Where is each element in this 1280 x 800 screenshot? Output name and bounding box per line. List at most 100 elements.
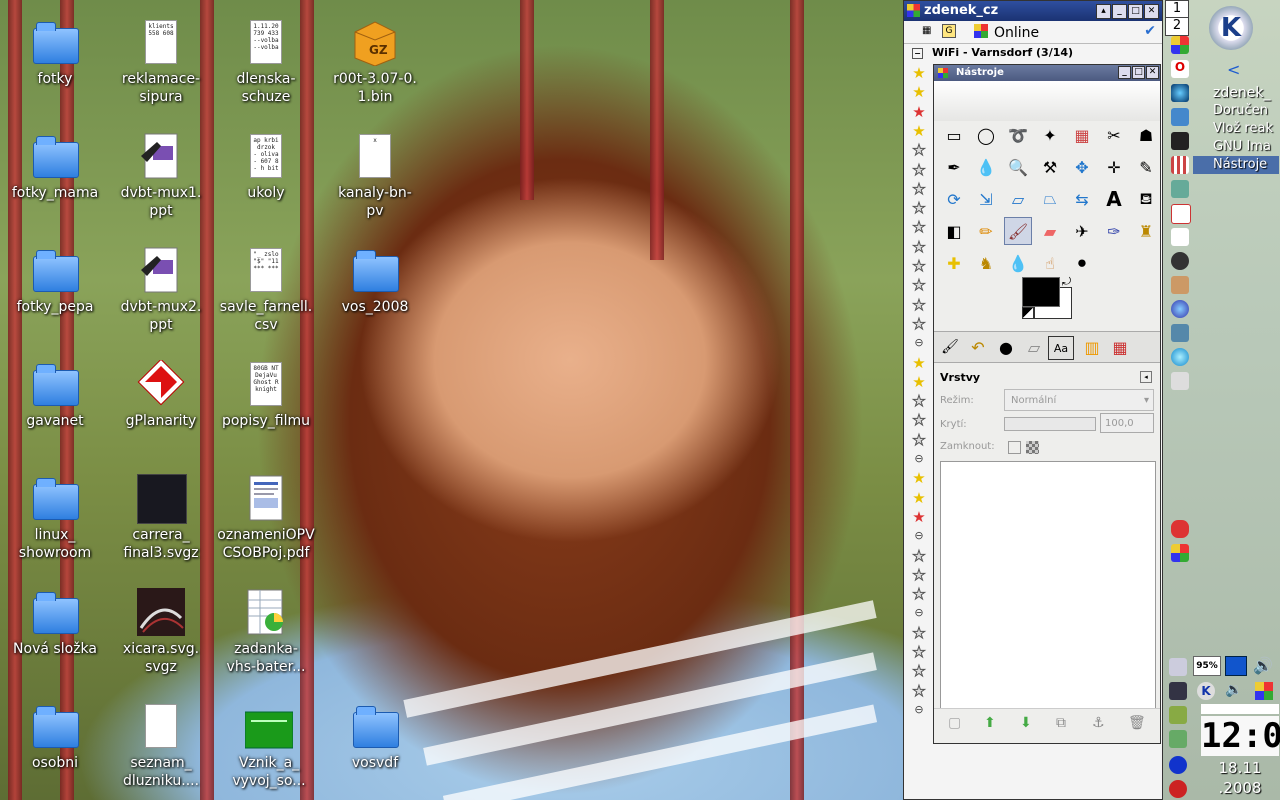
desktop-icon-carrera-final3[interactable]: carrera_ final3.svgz [111,474,211,562]
measure-tool-icon[interactable]: ⚒ [1036,153,1064,181]
clock[interactable]: 12:00 [1201,716,1280,756]
wifi-icon[interactable] [1169,706,1187,724]
perspective-tool-icon[interactable]: ⏢ [1036,185,1064,213]
kopete-tray-icon[interactable] [1255,682,1273,700]
contact-status-icon[interactable]: ★ [911,180,927,197]
blend-tool-icon[interactable]: ◧ [940,217,968,245]
paintbrush-tool-icon[interactable]: 🖌 [1004,217,1032,245]
desktop-pager[interactable]: 1 2 [1165,0,1189,36]
lock-icon[interactable] [1169,756,1187,774]
tab-tool-options[interactable]: 🖌 [936,333,964,361]
desktop-icon-fotky-pepa[interactable]: fotky_pepa [5,246,105,316]
contact-status-icon[interactable]: ★ [911,142,927,159]
contact-status-icon[interactable]: ★ [911,624,927,641]
mail-icon[interactable] [1171,276,1189,294]
status-label[interactable]: Online [994,25,1039,41]
pager-desktop-1[interactable]: 1 [1166,1,1188,18]
align-tool-icon[interactable]: ✛ [1100,153,1128,181]
contact-status-icon[interactable]: ★ [911,509,927,525]
flip-tool-icon[interactable]: ⇆ [1068,185,1096,213]
contact-status-icon[interactable]: ★ [911,682,927,699]
duplicate-layer-icon[interactable]: ⧉ [1056,715,1066,731]
battery-tray-icon[interactable] [1169,730,1187,748]
globe-icon[interactable] [1171,300,1189,318]
delete-layer-icon[interactable]: 🗑 [1128,715,1146,731]
contact-status-icon[interactable]: ★ [911,104,927,120]
contact-status-icon[interactable]: ★ [911,258,927,275]
media-icon[interactable] [1171,348,1189,366]
desktop-icon-seznam-dluzniku[interactable]: seznam_ dluzniku.... [111,702,211,790]
contact-group-header[interactable]: − WiFi - Varnsdorf (3/14) [904,44,1162,62]
desktop-icon-reklamace-sipura[interactable]: klients 558 608 reklamace- sipura [111,18,211,106]
tab-undo-history[interactable]: ↶ [964,333,992,361]
desktop-icon-xicara[interactable]: xicara.svg. svgz [111,588,211,676]
maximize-button[interactable]: □ [1132,66,1145,79]
taskbar-scroll-icon[interactable]: < [1227,60,1240,79]
date[interactable]: 18.11 .2008 [1201,758,1279,798]
bucket-fill-tool-icon[interactable]: ⛾ [1132,185,1160,213]
collapse-group-icon[interactable]: ⊖ [911,528,927,544]
contact-status-icon[interactable]: ★ [911,566,927,583]
calendar-icon[interactable] [1171,156,1189,174]
contact-status-icon[interactable]: ★ [911,547,927,564]
desktop-icon-dvbt-mux1[interactable]: dvbt-mux1. ppt [111,132,211,220]
app-launcher-icon[interactable] [1171,36,1189,54]
contact-status-icon[interactable]: ★ [911,84,927,100]
task-gimp-toolbox[interactable]: Nástroje [1193,156,1279,174]
contact-status-icon[interactable]: ★ [911,374,927,390]
contact-status-icon[interactable]: ★ [911,663,927,680]
ellipse-select-tool-icon[interactable]: ◯ [972,121,1000,149]
speaker-icon[interactable] [1171,324,1189,342]
desktop-icon-osobni[interactable]: osobni [5,702,105,772]
desktop-icon-vos-2008[interactable]: vos_2008 [325,246,425,316]
contact-status-icon[interactable]: ★ [911,277,927,294]
editor-icon[interactable] [1171,204,1191,224]
dock-menu-icon[interactable]: ◂ [1140,371,1152,383]
rotate-tool-icon[interactable]: ⟳ [940,185,968,213]
desktop-icon-gavanet[interactable]: gavanet [5,360,105,430]
contact-status-icon[interactable]: ★ [911,393,927,410]
task-inbox[interactable]: Doručen [1193,102,1279,120]
lasso-tool-icon[interactable]: ➰ [1004,121,1032,149]
collapse-group-icon[interactable]: ⊖ [911,335,927,351]
tab-palettes[interactable]: ▦ [1106,333,1134,361]
contact-status-icon[interactable]: ★ [911,219,927,236]
collapse-group-icon[interactable]: ⊖ [911,451,927,467]
battery-indicator[interactable]: 95% [1193,656,1221,676]
contact-status-icon[interactable]: ★ [911,315,927,332]
desktop-icon-fotky[interactable]: fotky [5,18,105,88]
tab-brushes[interactable]: ● [992,333,1020,361]
contact-status-icon[interactable]: ★ [911,644,927,661]
contact-status-icon[interactable]: ★ [911,355,927,371]
desktop-icon-nova-slozka[interactable]: Nová složka [5,588,105,658]
foreground-color-swatch[interactable] [1022,277,1060,307]
desktop-icon-gplanarity[interactable]: gPlanarity [111,358,211,430]
notes-icon[interactable] [1171,180,1189,198]
contact-status-icon[interactable]: ★ [911,470,927,486]
paths-tool-icon[interactable]: ✒ [940,153,968,181]
opera-icon[interactable]: O [1171,60,1189,78]
desktop-icon-zadanka[interactable]: zadanka- vhs-bater... [216,588,316,676]
kde-menu-button[interactable]: K [1209,6,1253,50]
status-dropdown-icon[interactable]: ✔ [1144,23,1156,39]
gimp-titlebar[interactable]: Nástroje _ □ ✕ [934,65,1160,81]
move-tool-icon[interactable]: ✥ [1068,153,1096,181]
task-reply[interactable]: Vlož reak [1193,120,1279,138]
new-layer-icon[interactable]: ▢ [948,715,961,731]
anchor-layer-icon[interactable]: ⚓ [1092,715,1105,731]
lower-layer-icon[interactable]: ⬇ [1020,715,1032,731]
zoom-tool-icon[interactable]: 🔍 [1004,153,1032,181]
kopete-titlebar[interactable]: zdenek_cz ▴ _ □ ✕ [904,1,1162,21]
collapse-icon[interactable]: − [912,48,923,59]
task-gimp[interactable]: GNU Ima [1193,138,1279,156]
desktop-icon-kanaly-bn-pv[interactable]: x kanaly-bn- pv [325,132,425,220]
contact-status-icon[interactable]: ★ [911,296,927,313]
contact-status-icon[interactable]: ★ [911,412,927,429]
foreground-select-tool-icon[interactable]: ☗ [1132,121,1160,149]
clone-tool-icon[interactable]: ♜ [1132,217,1160,245]
contact-status-icon[interactable]: ★ [911,123,927,139]
mixer-icon[interactable]: 🔉 [1225,682,1242,698]
close-button[interactable]: ✕ [1144,4,1159,19]
view-icon[interactable]: ▦ [922,25,931,36]
desktop-icon-ukoly[interactable]: ap krbi drzok - oliva - 607 8 - h bit uk… [216,132,316,202]
